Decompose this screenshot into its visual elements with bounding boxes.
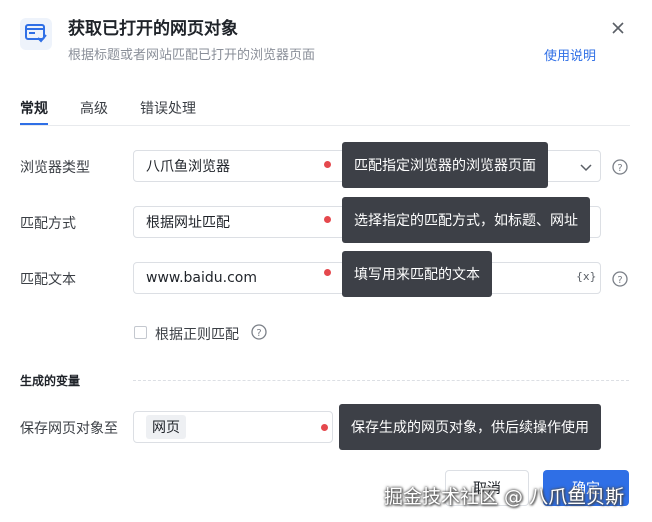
browser-type-value: 八爪鱼浏览器: [146, 159, 230, 175]
watermark: 掘金技术社区 @ 八爪鱼贝斯: [384, 486, 625, 508]
match-mode-value: 根据网址匹配: [146, 215, 230, 231]
tab-error-handling[interactable]: 错误处理: [140, 98, 196, 118]
help-circle-icon[interactable]: ?: [251, 324, 267, 340]
section-divider: [133, 380, 629, 381]
output-section-title: 生成的变量: [20, 374, 81, 388]
tab-advanced[interactable]: 高级: [80, 98, 108, 118]
regex-checkbox-label[interactable]: 根据正则匹配: [155, 324, 239, 344]
insert-variable-button[interactable]: {x}: [576, 270, 597, 283]
marker-dot: [321, 424, 328, 431]
svg-text:?: ?: [617, 163, 622, 174]
active-tab-indicator: [20, 123, 48, 125]
match-text-value: www.baidu.com: [146, 270, 257, 286]
tab-general[interactable]: 常规: [20, 98, 48, 118]
save-to-label: 保存网页对象至: [20, 421, 118, 437]
chevron-down-icon[interactable]: [580, 158, 592, 177]
match-text-tooltip: 填写用来匹配的文本: [342, 251, 492, 297]
output-tooltip: 保存生成的网页对象，供后续操作使用: [339, 404, 601, 450]
close-icon[interactable]: [610, 20, 626, 36]
dialog-subtitle: 根据标题或者网站匹配已打开的浏览器页面: [68, 48, 316, 63]
marker-dot: [324, 269, 331, 276]
browser-type-label: 浏览器类型: [20, 160, 90, 176]
match-mode-tooltip: 选择指定的匹配方式，如标题、网址: [342, 197, 590, 243]
match-mode-label: 匹配方式: [20, 216, 76, 232]
marker-dot: [324, 216, 331, 223]
dialog-title: 获取已打开的网页对象: [68, 19, 238, 39]
help-circle-icon[interactable]: ?: [612, 271, 628, 287]
svg-text:?: ?: [617, 275, 622, 286]
help-circle-icon[interactable]: ?: [612, 159, 628, 175]
browser-type-tooltip: 匹配指定浏览器的浏览器页面: [342, 142, 548, 188]
svg-text:?: ?: [256, 328, 261, 339]
output-variable-input[interactable]: 网页: [133, 411, 333, 443]
variable-tag: 网页: [146, 415, 186, 439]
marker-dot: [324, 161, 331, 168]
help-link[interactable]: 使用说明: [544, 45, 596, 64]
match-text-label: 匹配文本: [20, 272, 76, 288]
tab-bar: 常规 高级 错误处理: [20, 98, 630, 126]
app-icon: [20, 18, 52, 50]
regex-checkbox[interactable]: [134, 326, 147, 339]
